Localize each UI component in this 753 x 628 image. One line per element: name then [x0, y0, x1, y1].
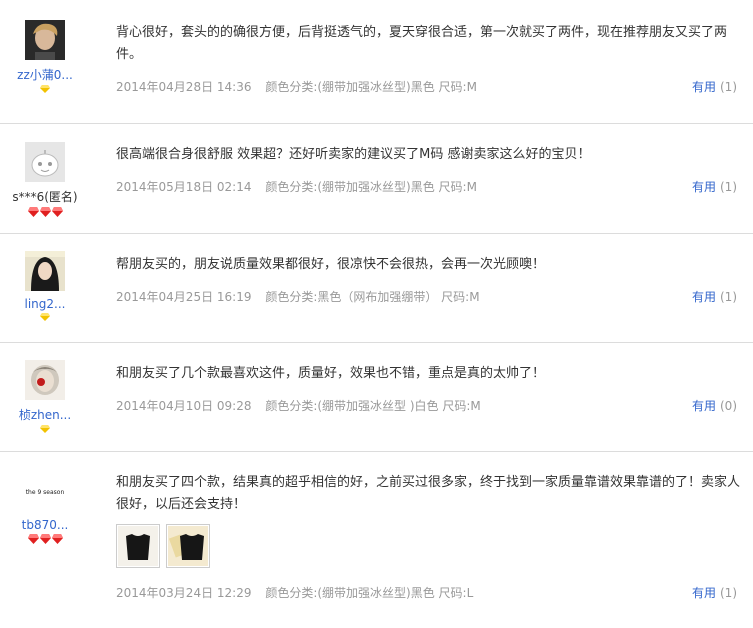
useful-vote: 有用 (0)	[692, 397, 737, 414]
review-sku: 颜色分类:(绷带加强冰丝型)黑色 尺码:M	[265, 180, 477, 194]
username: s***6(匿名)	[12, 190, 78, 204]
username[interactable]: 桢zhen...	[0, 406, 90, 423]
review-meta: 2014年03月24日 12:29 颜色分类:(绷带加强冰丝型)黑色 尺码:L	[116, 584, 473, 601]
useful-button[interactable]: 有用	[692, 290, 716, 304]
review-date: 2014年04月25日 16:19	[116, 290, 252, 304]
review-meta: 2014年04月10日 09:28 颜色分类:(绷带加强冰丝型 )白色 尺码:M	[116, 397, 481, 414]
review-date: 2014年04月28日 14:36	[116, 80, 252, 94]
user-photo-icon[interactable]	[25, 20, 65, 60]
review-sku: 颜色分类:(绷带加强冰丝型 )白色 尺码:M	[265, 399, 481, 413]
username[interactable]: ling2...	[0, 297, 90, 311]
review-item: the 9 season tb870... 和朋友买了四个款，结果真的超乎相信的…	[0, 452, 753, 628]
review-content: 和朋友买了几个款最喜欢这件，质量好，效果也不错，重点是真的太帅了！	[116, 366, 546, 381]
useful-count: (1)	[720, 586, 737, 600]
review-photos	[116, 524, 210, 568]
user-photo-icon[interactable]	[25, 251, 65, 291]
useful-count: (1)	[720, 80, 737, 94]
useful-vote: 有用 (1)	[692, 288, 737, 305]
reviewer: s***6(匿名)	[0, 142, 90, 219]
anonymous-avatar-icon[interactable]	[25, 142, 65, 182]
useful-button[interactable]: 有用	[692, 586, 716, 600]
review-date: 2014年05月18日 02:14	[116, 180, 252, 194]
username[interactable]: zz小蒲0...	[0, 66, 90, 83]
review-content: 和朋友买了四个款，结果真的超乎相信的好，之前买过很多家，终于找到一家质量靠谱效果…	[116, 475, 741, 512]
useful-count: (1)	[720, 290, 737, 304]
badge-red-hearts-icon	[0, 207, 90, 219]
review-item: s***6(匿名) 很高端很合身很舒服 效果超？还好听卖家的建议买了M码 感谢卖…	[0, 124, 753, 234]
useful-vote: 有用 (1)	[692, 78, 737, 95]
review-content: 帮朋友买的，朋友说质量效果都很好，很凉快不会很热，会再一次光顾噢！	[116, 257, 546, 272]
review-meta: 2014年05月18日 02:14 颜色分类:(绷带加强冰丝型)黑色 尺码:M	[116, 178, 477, 195]
review-item: ling2... 帮朋友买的，朋友说质量效果都很好，很凉快不会很热，会再一次光顾…	[0, 234, 753, 343]
user-photo-icon[interactable]	[25, 360, 65, 400]
review-content: 很高端很合身很舒服 效果超？还好听卖家的建议买了M码 感谢卖家这么好的宝贝！	[116, 147, 591, 162]
useful-count: (0)	[720, 399, 737, 413]
username[interactable]: tb870...	[0, 518, 90, 532]
useful-vote: 有用 (1)	[692, 178, 737, 195]
review-date: 2014年03月24日 12:29	[116, 586, 252, 600]
badge-red-hearts-icon	[0, 534, 90, 546]
review-sku: 颜色分类:(绷带加强冰丝型)黑色 尺码:L	[265, 586, 474, 600]
review-item: 桢zhen... 和朋友买了几个款最喜欢这件，质量好，效果也不错，重点是真的太帅…	[0, 343, 753, 452]
black-vest-photo-icon[interactable]	[116, 524, 160, 568]
user-logo-icon[interactable]: the 9 season	[25, 474, 65, 504]
useful-count: (1)	[720, 180, 737, 194]
review-sku: 颜色分类:黑色（网布加强绷带） 尺码:M	[265, 290, 480, 304]
reviewer: ling2...	[0, 251, 90, 325]
useful-button[interactable]: 有用	[692, 399, 716, 413]
reviewer: zz小蒲0...	[0, 20, 90, 97]
badge-gold-diamond-icon	[0, 425, 90, 437]
review-date: 2014年04月10日 09:28	[116, 399, 252, 413]
useful-button[interactable]: 有用	[692, 180, 716, 194]
review-item: zz小蒲0... 背心很好，套头的的确很方便，后背挺透气的，夏天穿很合适，第一次…	[0, 0, 753, 124]
badge-gold-diamond-icon	[0, 313, 90, 325]
logo-text: the 9 season	[26, 489, 65, 496]
review-sku: 颜色分类:(绷带加强冰丝型)黑色 尺码:M	[265, 80, 477, 94]
useful-vote: 有用 (1)	[692, 584, 737, 601]
reviewer: 桢zhen...	[0, 360, 90, 437]
review-content: 背心很好，套头的的确很方便，后背挺透气的，夏天穿很合适，第一次就买了两件，现在推…	[116, 25, 728, 62]
useful-button[interactable]: 有用	[692, 80, 716, 94]
reviewer: the 9 season tb870...	[0, 474, 90, 546]
black-vest-photo-icon[interactable]	[166, 524, 210, 568]
badge-gold-diamond-icon	[0, 85, 90, 97]
review-meta: 2014年04月25日 16:19 颜色分类:黑色（网布加强绷带） 尺码:M	[116, 288, 480, 305]
review-meta: 2014年04月28日 14:36 颜色分类:(绷带加强冰丝型)黑色 尺码:M	[116, 78, 477, 95]
